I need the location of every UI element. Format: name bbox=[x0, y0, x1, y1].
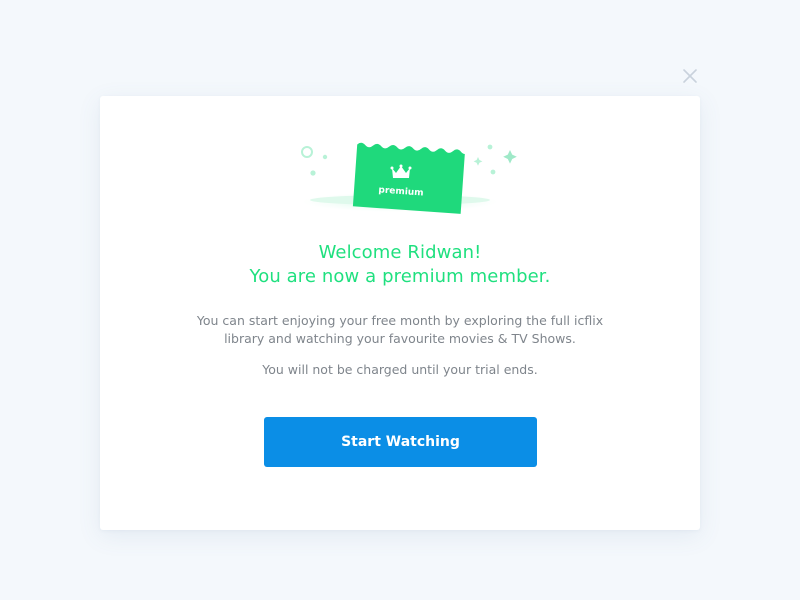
welcome-modal: premium Welcome Ridwan! You are now a pr… bbox=[100, 96, 700, 530]
welcome-heading: Welcome Ridwan! You are now a premium me… bbox=[100, 241, 700, 289]
start-watching-button[interactable]: Start Watching bbox=[264, 417, 537, 467]
close-icon bbox=[683, 69, 697, 83]
description-line-2: library and watching your favourite movi… bbox=[224, 331, 576, 346]
premium-member-title: You are now a premium member. bbox=[249, 266, 551, 287]
premium-ticket-illustration: premium bbox=[295, 138, 525, 218]
welcome-title: Welcome Ridwan! bbox=[318, 242, 482, 263]
description-text: You can start enjoying your free month b… bbox=[180, 312, 620, 348]
trial-note: You will not be charged until your trial… bbox=[262, 362, 538, 377]
description-line-1: You can start enjoying your free month b… bbox=[196, 313, 604, 328]
close-button[interactable] bbox=[681, 67, 699, 85]
